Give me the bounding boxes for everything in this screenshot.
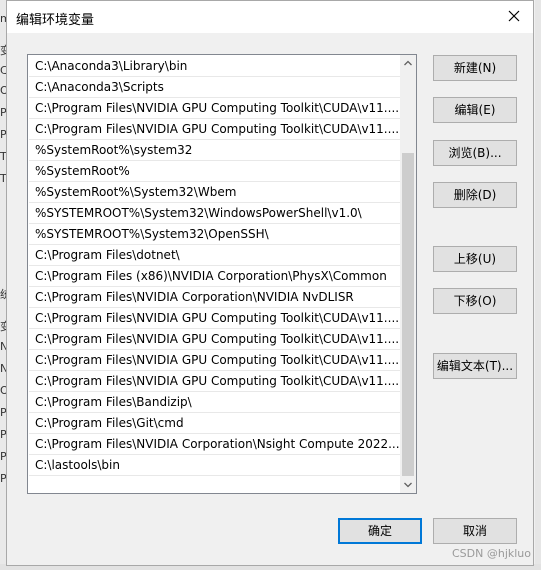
watermark: CSDN @hjkluo: [451, 547, 531, 560]
edit-environment-variable-dialog: 编辑环境变量 C:\Anaconda3\Library\bin C:\Anacon…: [6, 0, 534, 566]
path-list-item[interactable]: C:\Program Files\Git\cmd: [29, 413, 401, 434]
cancel-button[interactable]: 取消: [433, 518, 517, 544]
dialog-title: 编辑环境变量: [16, 13, 95, 28]
move-down-button[interactable]: 下移(O): [433, 288, 517, 314]
path-list-item[interactable]: %SystemRoot%\System32\Wbem: [29, 182, 401, 203]
path-list-item[interactable]: C:\Anaconda3\Scripts: [29, 77, 401, 98]
scroll-down-button[interactable]: [400, 477, 416, 493]
scroll-up-button[interactable]: [400, 55, 416, 71]
path-list-item[interactable]: C:\Program Files\NVIDIA GPU Computing To…: [29, 308, 401, 329]
scroll-down-arrow-icon: [404, 482, 412, 488]
path-list-item[interactable]: C:\Program Files\NVIDIA GPU Computing To…: [29, 371, 401, 392]
edit-text-button[interactable]: 编辑文本(T)...: [433, 353, 517, 379]
path-list-item[interactable]: C:\lastools\bin: [29, 455, 401, 476]
vertical-scrollbar[interactable]: [400, 55, 416, 493]
path-list-item[interactable]: C:\Program Files (x86)\NVIDIA Corporatio…: [29, 266, 401, 287]
path-list-item[interactable]: %SystemRoot%: [29, 161, 401, 182]
path-list[interactable]: C:\Anaconda3\Library\bin C:\Anaconda3\Scr…: [27, 54, 417, 494]
path-list-item[interactable]: C:\Program Files\NVIDIA Corporation\NVID…: [29, 287, 401, 308]
ok-button[interactable]: 确定: [338, 518, 422, 544]
path-list-item[interactable]: C:\Program Files\NVIDIA Corporation\Nsig…: [29, 434, 401, 455]
path-list-item[interactable]: %SYSTEMROOT%\System32\WindowsPowerShell\…: [29, 203, 401, 224]
path-list-item[interactable]: C:\Anaconda3\Library\bin: [29, 56, 401, 77]
path-list-item[interactable]: C:\Program Files\NVIDIA GPU Computing To…: [29, 119, 401, 140]
path-list-item[interactable]: C:\Program Files\dotnet\: [29, 245, 401, 266]
edit-button[interactable]: 编辑(E): [433, 97, 517, 123]
path-list-item[interactable]: %SystemRoot%\system32: [29, 140, 401, 161]
browse-button[interactable]: 浏览(B)...: [433, 140, 517, 166]
close-button[interactable]: [503, 5, 525, 27]
path-list-item[interactable]: %SYSTEMROOT%\System32\OpenSSH\: [29, 224, 401, 245]
path-list-item[interactable]: C:\Program Files\NVIDIA GPU Computing To…: [29, 350, 401, 371]
path-list-item[interactable]: C:\Program Files\Bandizip\: [29, 392, 401, 413]
title-bar: 编辑环境变量: [7, 1, 533, 33]
move-up-button[interactable]: 上移(U): [433, 246, 517, 272]
close-icon: [508, 10, 520, 22]
new-button[interactable]: 新建(N): [433, 55, 517, 81]
scrollbar-thumb[interactable]: [402, 153, 414, 476]
background-window-right-edge: [535, 0, 541, 570]
path-list-items: C:\Anaconda3\Library\bin C:\Anaconda3\Scr…: [29, 56, 401, 476]
delete-button[interactable]: 删除(D): [433, 182, 517, 208]
path-list-item[interactable]: C:\Program Files\NVIDIA GPU Computing To…: [29, 329, 401, 350]
path-list-item[interactable]: C:\Program Files\NVIDIA GPU Computing To…: [29, 98, 401, 119]
scroll-up-arrow-icon: [404, 60, 412, 66]
